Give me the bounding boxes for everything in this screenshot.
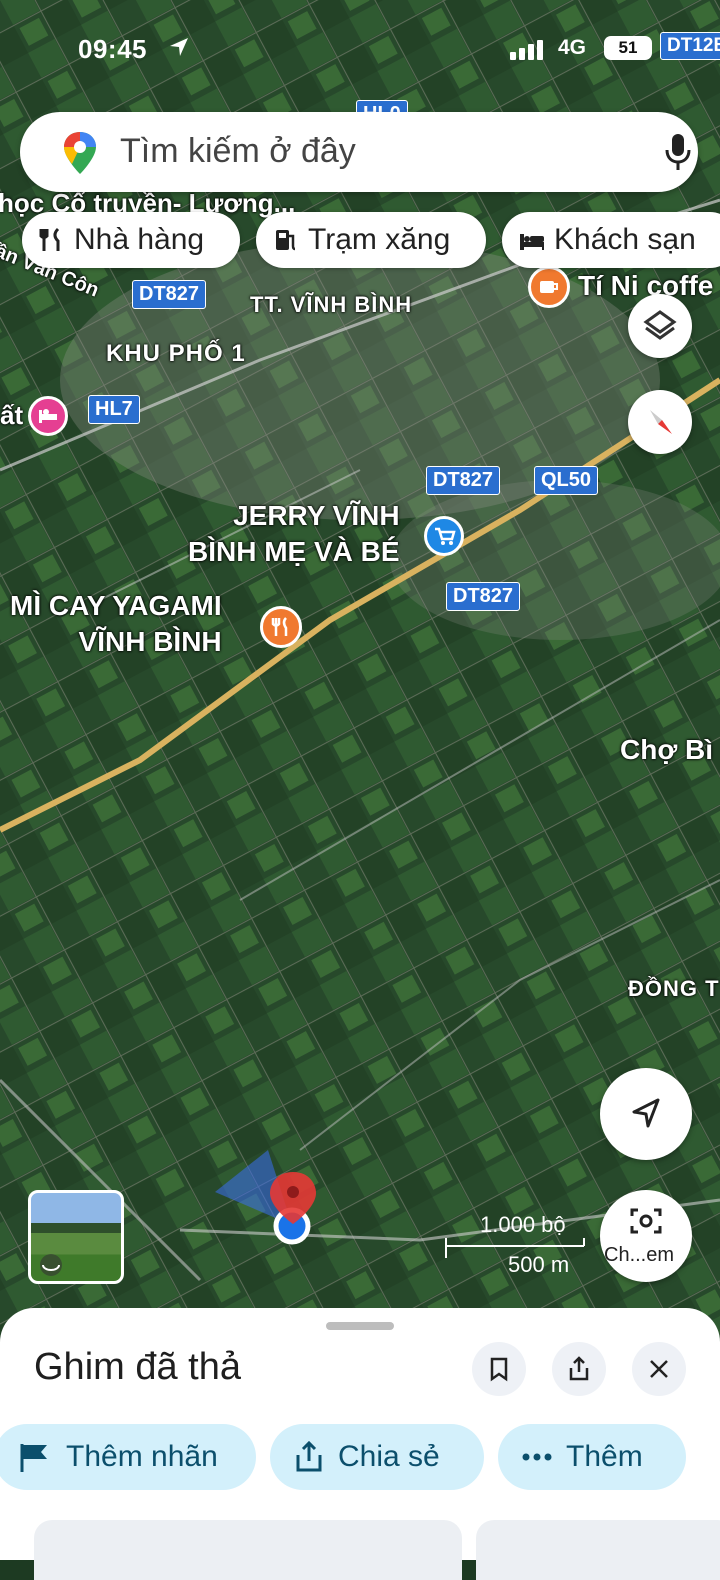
status-bar: 09:45 4G 51 DT12B — [0, 28, 720, 72]
gas-station-icon — [276, 230, 296, 251]
more-dots-icon — [522, 1453, 552, 1461]
add-label-button[interactable]: Thêm nhãn — [0, 1424, 256, 1490]
town-label: TT. VĨNH BÌNH — [250, 292, 413, 317]
chip-label: Trạm xăng — [308, 223, 451, 256]
share-button[interactable] — [552, 1342, 606, 1396]
road-shield: DT827 — [426, 466, 501, 495]
area-label-dong: ĐỒNG T — [628, 976, 720, 1001]
compass-icon — [650, 410, 672, 434]
pill-label: Thêm — [566, 1440, 643, 1473]
street-view-thumbnail[interactable] — [28, 1190, 124, 1284]
poi-label-micay[interactable]: MÌ CAY YAGAMI VĨNH BÌNH — [10, 588, 222, 660]
chip-restaurants[interactable]: Nhà hàng — [22, 212, 240, 268]
camera-label: Ch...em — [604, 1244, 675, 1266]
photo-card[interactable] — [476, 1520, 720, 1580]
camera-search-button[interactable]: Ch...em — [600, 1190, 692, 1282]
chip-hotels[interactable]: Khách sạn — [502, 212, 720, 268]
hotel-marker-icon[interactable] — [28, 396, 68, 436]
shopping-cart-icon[interactable] — [424, 516, 464, 556]
chip-label: Nhà hàng — [74, 223, 205, 256]
upload-share-icon — [569, 1356, 589, 1381]
pill-label: Thêm nhãn — [66, 1440, 218, 1473]
drag-handle[interactable] — [326, 1322, 394, 1330]
bed-icon — [520, 234, 544, 250]
chip-label: Khách sạn — [554, 223, 696, 256]
close-button[interactable] — [632, 1342, 686, 1396]
more-pill-button[interactable]: Thêm — [498, 1424, 686, 1490]
road-shield: DT12B — [660, 32, 720, 60]
road-shield: DT827 — [132, 280, 207, 309]
layers-button[interactable] — [628, 294, 692, 358]
restaurant-marker-icon[interactable] — [260, 606, 302, 648]
chip-gas-stations[interactable]: Trạm xăng — [256, 212, 486, 268]
place-label[interactable]: ất — [0, 400, 23, 431]
network-type: 4G — [558, 36, 587, 59]
road-shield: DT827 — [446, 582, 521, 611]
camera-scan-icon — [630, 1208, 662, 1234]
maps-logo-icon — [64, 132, 96, 174]
my-location-button[interactable] — [600, 1068, 692, 1160]
road-shield: HL7 — [88, 395, 140, 424]
share-icon — [296, 1441, 322, 1472]
search-input[interactable]: Tìm kiếm ở đây — [120, 132, 356, 171]
save-button[interactable] — [472, 1342, 526, 1396]
navigation-arrow-icon — [632, 1098, 660, 1128]
scale-bottom-label: 500 m — [508, 1252, 570, 1277]
share-pill-button[interactable]: Chia sẻ — [270, 1424, 484, 1490]
pill-label: Chia sẻ — [338, 1440, 440, 1473]
street-view-image — [31, 1223, 121, 1276]
place-label-cho[interactable]: Chợ Bì — [620, 734, 713, 766]
flag-icon — [20, 1444, 47, 1472]
close-icon — [650, 1360, 668, 1378]
battery-icon: 51 — [604, 36, 652, 60]
bottom-sheet[interactable]: Ghim đã thả Thêm nhãn Chia sẻ Thêm — [0, 1308, 720, 1580]
photo-card[interactable] — [34, 1520, 462, 1580]
signal-bars-icon — [510, 40, 543, 60]
search-bar[interactable]: Tìm kiếm ở đây — [20, 112, 698, 192]
fork-knife-icon — [39, 227, 60, 251]
location-arrow-icon — [170, 38, 188, 56]
microphone-icon[interactable] — [664, 132, 692, 172]
map-scale: 1.000 bộ 500 m — [444, 1212, 594, 1282]
bookmark-icon — [490, 1357, 508, 1382]
coffee-marker-icon[interactable] — [528, 266, 570, 308]
poi-label-jerry[interactable]: JERRY VĨNH BÌNH MẸ VÀ BÉ — [188, 498, 400, 570]
road-shield: QL50 — [534, 466, 599, 495]
area-label: KHU PHỐ 1 — [106, 340, 246, 367]
clock: 09:45 — [78, 34, 147, 64]
layers-icon — [643, 310, 677, 340]
sheet-title: Ghim đã thả — [34, 1346, 241, 1388]
compass-button[interactable] — [628, 390, 692, 454]
